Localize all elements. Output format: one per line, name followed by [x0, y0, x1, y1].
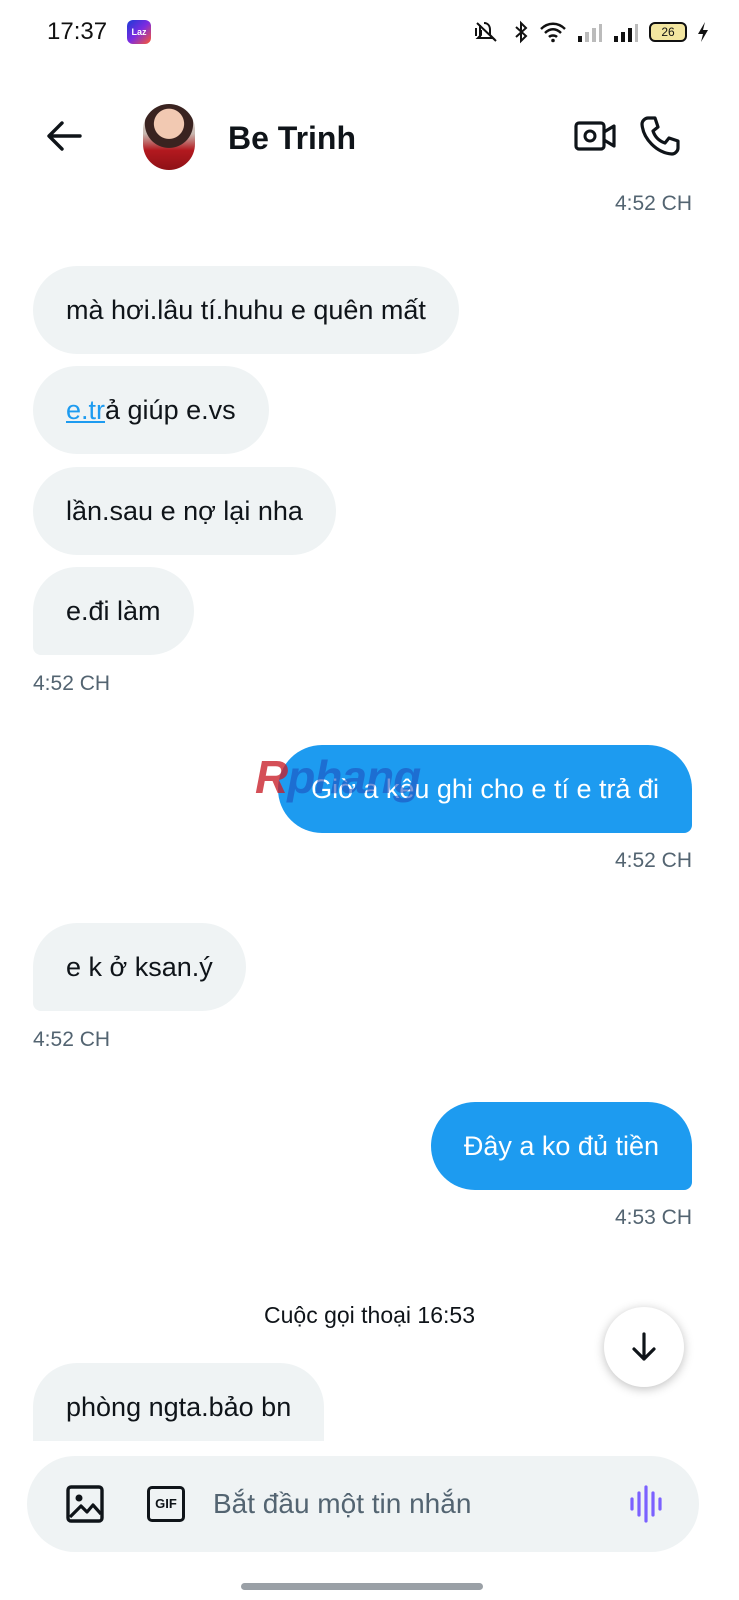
charging-icon [698, 22, 708, 42]
phone-call-icon [640, 116, 680, 156]
message-timestamp: 4:53 CH [614, 1206, 692, 1229]
lazada-app-icon: Laz [127, 20, 151, 44]
message-timestamp: 4:52 CH [614, 192, 692, 215]
phone-call-button[interactable] [638, 114, 682, 158]
video-call-button[interactable] [573, 116, 617, 156]
message-text: phòng ngta.bảo bn [66, 1392, 292, 1422]
gif-button[interactable]: GIF [147, 1486, 185, 1522]
back-button[interactable] [42, 116, 90, 156]
incoming-message-bubble[interactable]: e.đi làm [33, 567, 194, 655]
back-arrow-icon [47, 121, 82, 151]
gif-icon: GIF [155, 1496, 177, 1511]
incoming-message-bubble[interactable]: e.trả giúp e.vs [33, 366, 269, 454]
mute-icon [475, 22, 497, 42]
incoming-message-bubble[interactable]: mà hơi.lâu tí.huhu e quên mất [33, 266, 459, 354]
voice-icon [630, 1485, 662, 1523]
status-icons: 26 [469, 18, 709, 46]
message-text: Đây a ko đủ tiền [463, 1131, 659, 1161]
incoming-message-bubble[interactable]: phòng ngta.bảo bn [33, 1363, 325, 1441]
message-composer: GIF [27, 1456, 699, 1552]
message-timestamp: 4:52 CH [614, 849, 692, 872]
outgoing-message-bubble[interactable]: Giờ a kêu ghi cho e tí e trả đi [278, 745, 692, 833]
contact-avatar[interactable] [143, 104, 195, 170]
outgoing-message-bubble[interactable]: Đây a ko đủ tiền [430, 1102, 692, 1190]
home-indicator[interactable] [241, 1583, 483, 1590]
battery-icon: 26 [649, 22, 687, 42]
message-thread[interactable]: 4:52 CH mà hơi.lâu tí.huhu e quên mất e.… [0, 180, 739, 1470]
message-timestamp: 4:52 CH [33, 672, 111, 695]
message-link[interactable]: e.tr [66, 395, 105, 425]
bluetooth-icon [515, 20, 528, 44]
wifi-icon [540, 22, 566, 43]
status-bar: 17:37 Laz 26 [0, 0, 739, 64]
message-text: ả giúp e.vs [105, 395, 236, 425]
message-timestamp: 4:52 CH [33, 1028, 111, 1051]
contact-name[interactable]: Be Trinh [228, 120, 356, 157]
message-text: e k ở ksan.ý [66, 952, 213, 982]
incoming-message-bubble[interactable]: lần.sau e nợ lại nha [33, 467, 336, 555]
signal-icon [614, 24, 638, 42]
status-time: 17:37 [47, 18, 108, 45]
signal-icon [578, 24, 602, 42]
message-text: Giờ a kêu ghi cho e tí e trả đi [311, 774, 659, 804]
message-input[interactable] [213, 1478, 613, 1530]
add-image-button[interactable] [65, 1484, 105, 1524]
arrow-down-icon [632, 1332, 656, 1361]
message-text: lần.sau e nợ lại nha [66, 496, 303, 526]
scroll-to-bottom-button[interactable] [604, 1307, 684, 1387]
incoming-message-bubble[interactable]: e k ở ksan.ý [33, 923, 246, 1011]
voice-message-button[interactable] [627, 1484, 667, 1524]
video-call-icon [574, 121, 616, 151]
message-text: mà hơi.lâu tí.huhu e quên mất [66, 295, 426, 325]
image-icon [66, 1485, 104, 1523]
message-text: e.đi làm [66, 596, 161, 626]
